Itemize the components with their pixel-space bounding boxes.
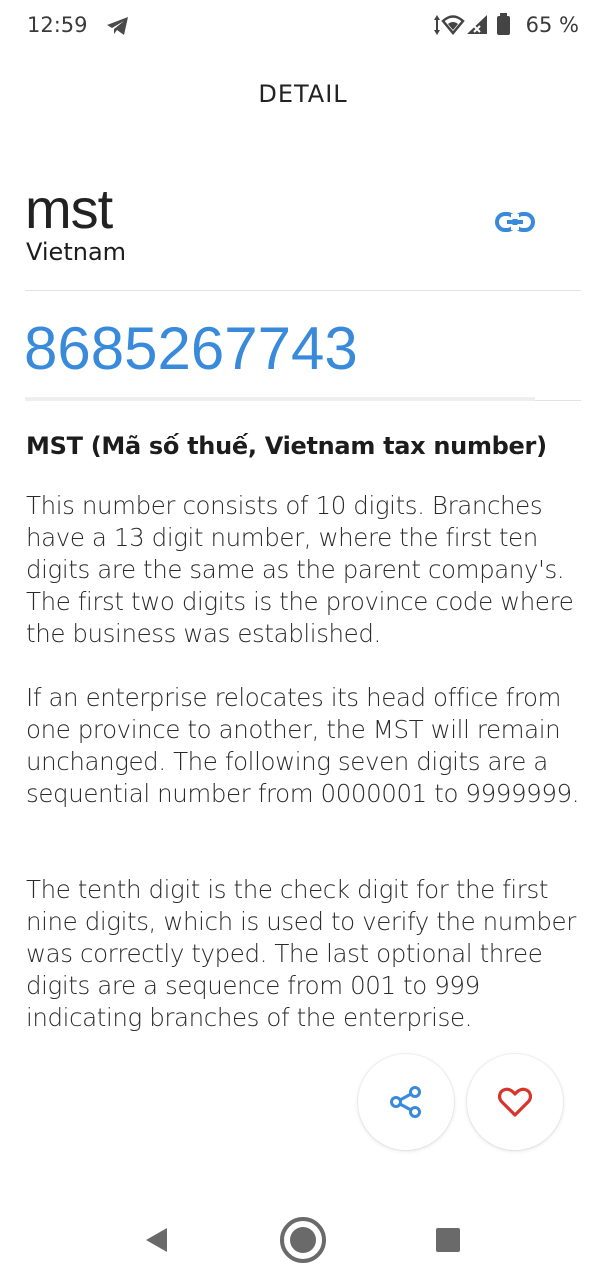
tax-number[interactable]: 8685267743: [24, 314, 358, 383]
signal-icon: [467, 15, 487, 34]
link-icon[interactable]: [494, 208, 536, 236]
telegram-icon: [107, 17, 128, 35]
wifi-icon: [441, 15, 465, 35]
favorite-button[interactable]: [467, 1054, 563, 1150]
divider: [535, 400, 581, 401]
heart-icon: [498, 1087, 532, 1117]
back-icon[interactable]: [143, 1226, 171, 1254]
page-title: DETAIL: [258, 80, 348, 108]
divider: [25, 290, 581, 291]
share-button[interactable]: [358, 1054, 454, 1150]
share-icon: [390, 1086, 421, 1118]
status-bar: 12:59 65 %: [0, 0, 606, 52]
description-paragraph: If an enterprise relocates its head offi…: [26, 683, 580, 808]
description-paragraph: This number consists of 10 digits. Branc…: [26, 491, 574, 648]
description-paragraph: The tenth digit is the check digit for t…: [26, 875, 576, 1032]
battery-icon: [497, 13, 510, 35]
section-heading: MST (Mã số thuế, Vietnam tax number): [26, 432, 547, 460]
status-time: 12:59: [27, 13, 88, 37]
country-label: Vietnam: [26, 238, 127, 266]
number-underline: [25, 397, 535, 401]
recents-icon[interactable]: [435, 1227, 461, 1253]
navigation-bar: [0, 1196, 606, 1280]
battery-percent: 65 %: [525, 13, 579, 37]
code-name: mst: [25, 177, 113, 240]
data-arrows-icon: [434, 15, 440, 35]
home-icon[interactable]: [279, 1216, 327, 1264]
system-status-icons: [434, 13, 510, 35]
